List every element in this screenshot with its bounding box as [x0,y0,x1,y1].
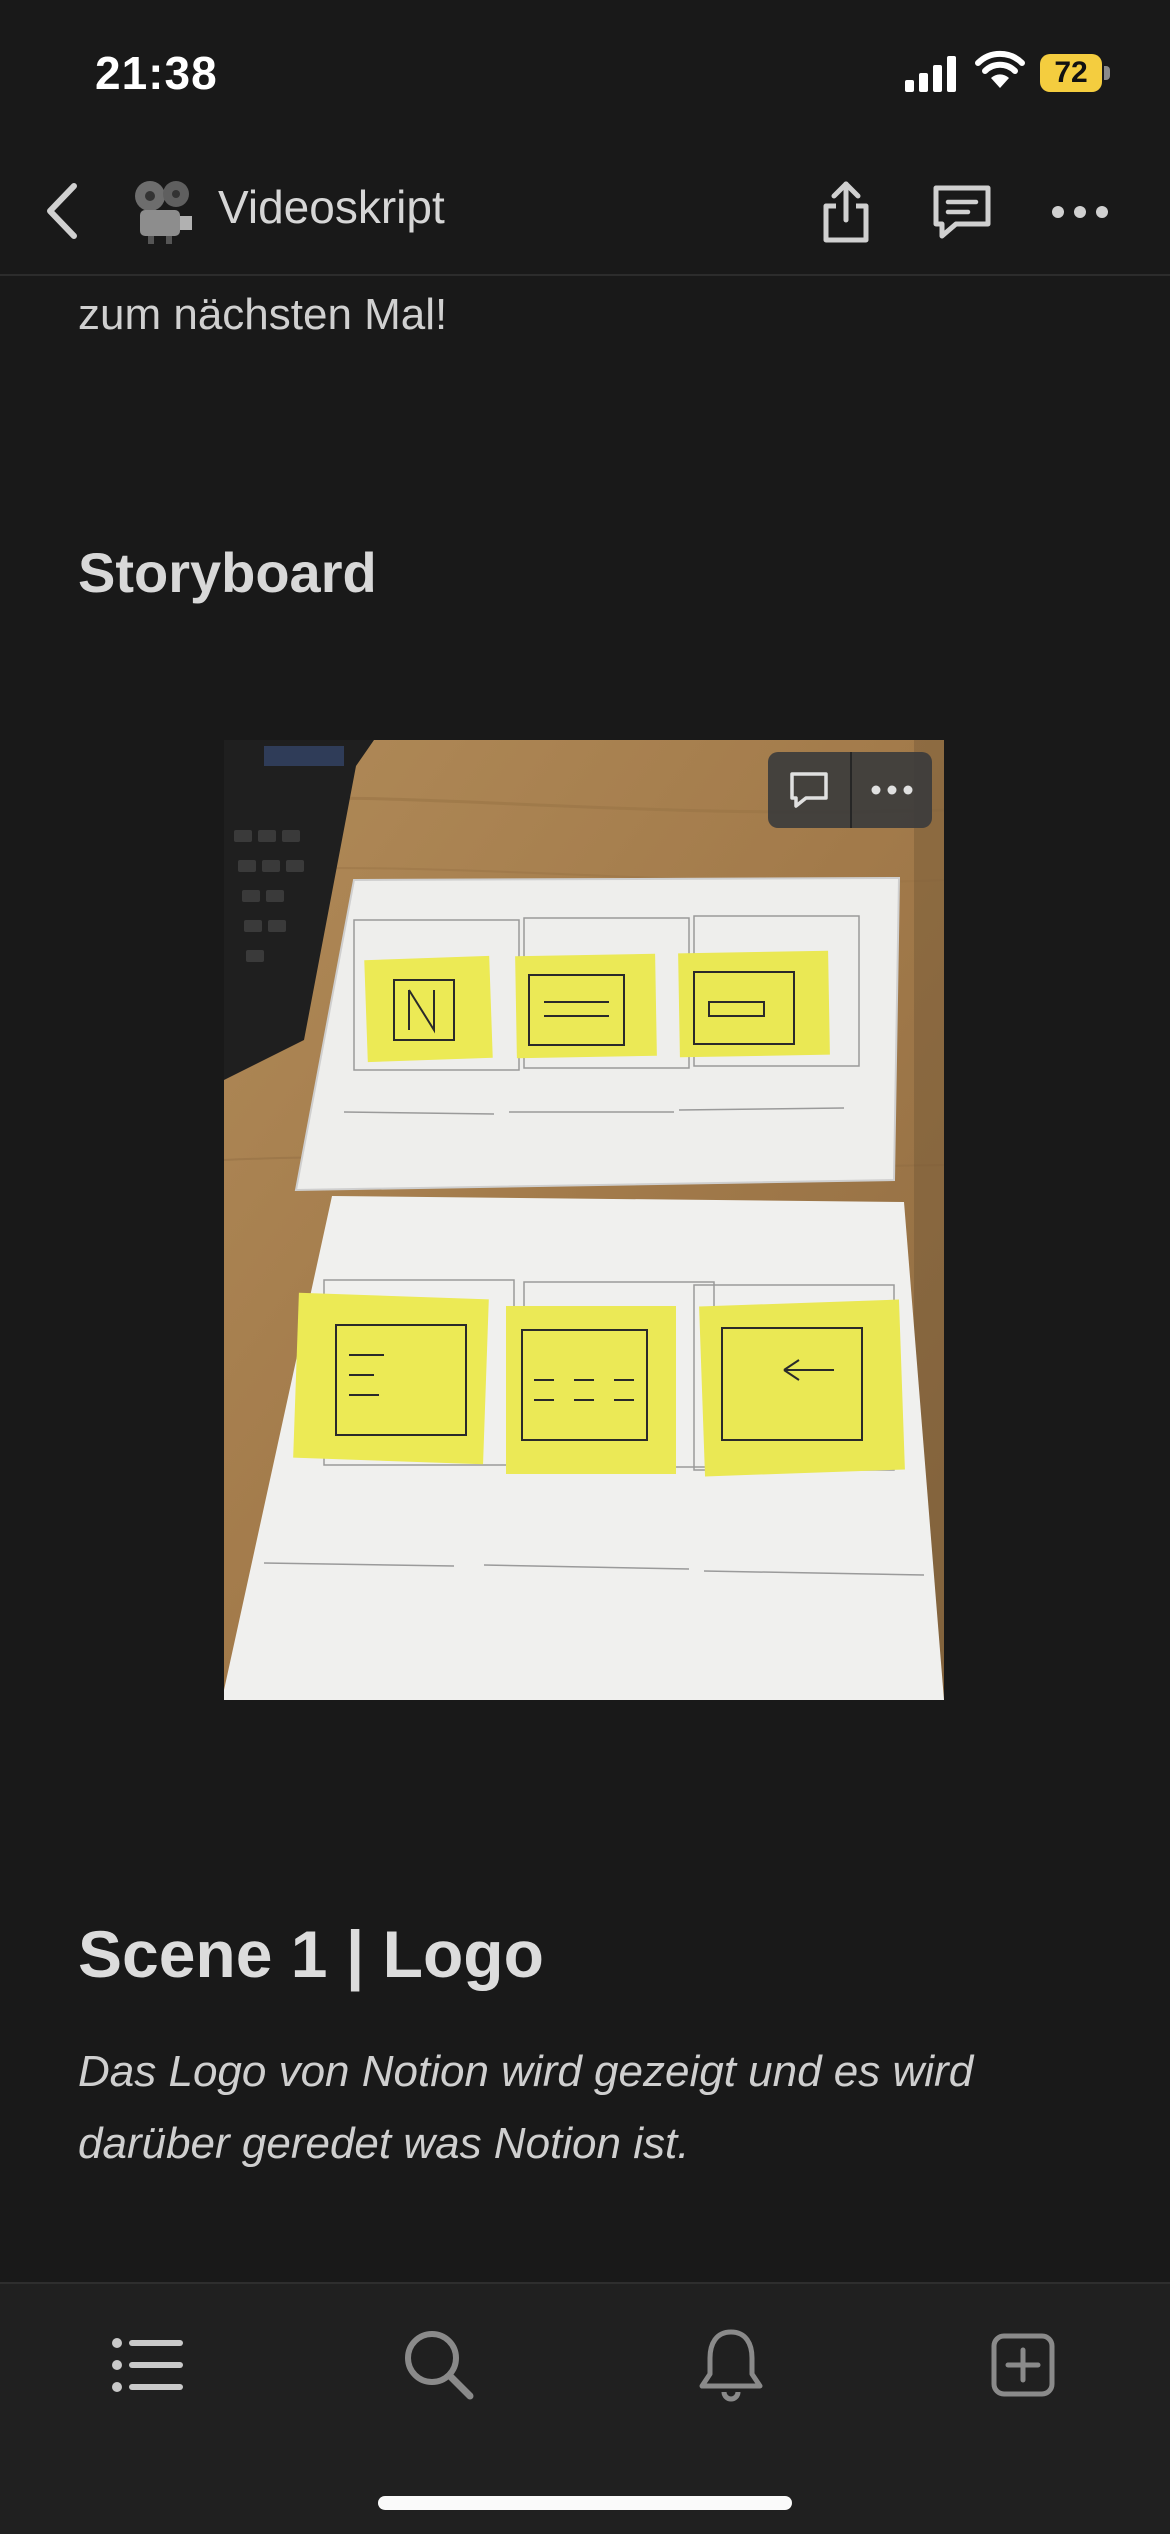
more-dots-icon[interactable] [868,774,916,806]
cellular-signal-icon [905,56,956,92]
scene-description[interactable]: Das Logo von Notion wird gezeigt und es … [78,2036,1098,2180]
image-actions [768,752,932,828]
new-page-icon[interactable] [978,2320,1068,2410]
battery-level: 72 [1054,56,1088,89]
list-icon[interactable] [102,2320,192,2410]
chevron-left-icon[interactable] [30,176,100,246]
comment-icon[interactable] [922,172,1002,252]
page-title[interactable]: Videoskript [218,180,445,234]
bell-icon[interactable] [686,2320,776,2410]
status-bar: 21:38 72 [0,0,1170,150]
storyboard-heading[interactable]: Storyboard [78,540,377,605]
share-icon[interactable] [806,172,886,252]
storyboard-photo[interactable] [224,740,944,1700]
home-indicator[interactable] [378,2496,792,2510]
wifi-icon [975,50,1025,88]
more-dots-icon[interactable] [1040,172,1120,252]
scene-heading[interactable]: Scene 1 | Logo [78,1916,544,1992]
film-projector-icon [135,181,192,244]
status-time: 21:38 [95,47,218,99]
battery-indicator: 72 [1040,54,1110,92]
paragraph-text[interactable]: zum nächsten Mal! [78,290,447,340]
comment-icon[interactable] [788,770,830,810]
nav-bar: Videoskript [0,150,1170,276]
search-icon[interactable] [394,2320,484,2410]
